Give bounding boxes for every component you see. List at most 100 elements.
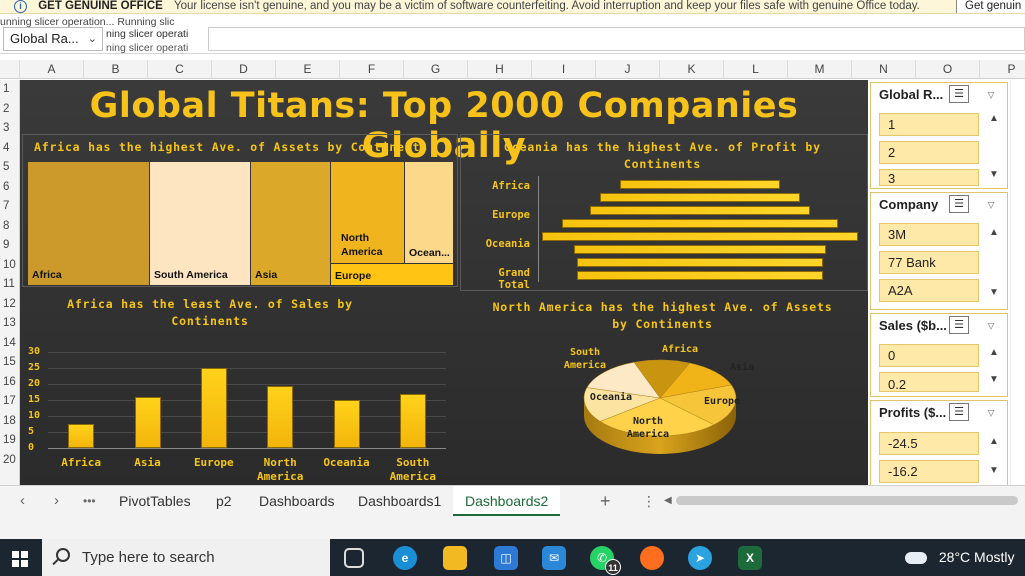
column-header-a[interactable]: A [20, 60, 84, 79]
scroll-up-icon[interactable]: ▲ [987, 347, 1001, 358]
profit-bar-chart[interactable] [539, 178, 861, 282]
slicer-sales[interactable]: Sales ($b... ☰ ▿ 0 0.2 ▲ ▼ [870, 313, 1008, 397]
sales-bar[interactable] [134, 396, 161, 448]
sheet-tab-dashboards[interactable]: Dashboards [247, 486, 347, 516]
windows-start-icon[interactable] [12, 551, 28, 567]
chevron-right-icon[interactable]: › [54, 486, 59, 516]
more-tabs-icon[interactable]: ••• [83, 486, 96, 516]
row-header-11[interactable]: 11 [0, 275, 20, 294]
excel-icon[interactable]: X [738, 546, 762, 570]
profit-bar[interactable] [620, 180, 780, 189]
profit-bar[interactable] [600, 193, 800, 202]
row-header-8[interactable]: 8 [0, 217, 20, 236]
scroll-up-icon[interactable]: ▲ [987, 227, 1001, 238]
slicer-item[interactable]: 3 [879, 169, 979, 186]
multi-select-icon[interactable]: ☰ [949, 85, 969, 103]
sheet-tab-p2[interactable]: p2 [204, 486, 244, 516]
row-header-5[interactable]: 5 [0, 158, 20, 177]
scroll-down-icon[interactable]: ▼ [987, 374, 1001, 385]
weather-widget[interactable]: 28°C Mostly [905, 539, 1015, 576]
scroll-up-icon[interactable]: ▲ [987, 436, 1001, 447]
add-sheet-icon[interactable]: + [600, 486, 611, 516]
clear-filter-icon[interactable]: ▿ [981, 195, 1001, 213]
slicer-item[interactable]: -24.5 [879, 432, 979, 455]
scroll-up-icon[interactable]: ▲ [987, 113, 1001, 124]
slicer-item[interactable]: 0 [879, 344, 979, 367]
column-header-b[interactable]: B [84, 60, 148, 79]
scroll-down-icon[interactable]: ▼ [987, 287, 1001, 298]
more-options-icon[interactable]: ⋮ [642, 486, 656, 516]
row-header-12[interactable]: 12 [0, 295, 20, 314]
profit-bar[interactable] [589, 206, 811, 215]
row-header-14[interactable]: 14 [0, 334, 20, 353]
slicer-item[interactable]: -16.2 [879, 460, 979, 483]
slicer-item[interactable]: A2A [879, 279, 979, 302]
treemap-tile-north-america[interactable]: North America [331, 162, 404, 263]
edge-icon[interactable]: e [393, 546, 417, 570]
multi-select-icon[interactable]: ☰ [949, 403, 969, 421]
task-view-icon[interactable] [344, 548, 364, 568]
row-header-18[interactable]: 18 [0, 412, 20, 431]
column-header-h[interactable]: H [468, 60, 532, 79]
slicer-item[interactable]: 2 [879, 141, 979, 164]
row-header-16[interactable]: 16 [0, 373, 20, 392]
row-header-1[interactable]: 1 [0, 80, 20, 99]
treemap-tile-south-america[interactable]: South America [150, 162, 250, 285]
telegram-icon[interactable]: ➤ [688, 546, 712, 570]
column-header-i[interactable]: I [532, 60, 596, 79]
treemap-chart[interactable]: Africa South America Asia North America … [28, 162, 453, 285]
column-header-d[interactable]: D [212, 60, 276, 79]
row-header-15[interactable]: 15 [0, 353, 20, 372]
sales-bar[interactable] [267, 385, 294, 448]
mail-icon[interactable]: ✉ [542, 546, 566, 570]
treemap-tile-asia[interactable]: Asia [251, 162, 330, 285]
row-header-6[interactable]: 6 [0, 178, 20, 197]
column-header-j[interactable]: J [596, 60, 660, 79]
sheet-tab-pivottables[interactable]: PivotTables [107, 486, 203, 516]
multi-select-icon[interactable]: ☰ [949, 195, 969, 213]
clear-filter-icon[interactable]: ▿ [981, 85, 1001, 103]
sheet-tab-dashboards2[interactable]: Dashboards2 [453, 486, 561, 516]
column-header-n[interactable]: N [852, 60, 916, 79]
scroll-down-icon[interactable]: ▼ [987, 169, 1001, 180]
taskbar-search-box[interactable]: Type here to search [42, 539, 330, 576]
profit-bar[interactable] [577, 258, 823, 267]
file-explorer-icon[interactable] [443, 546, 467, 570]
multi-select-icon[interactable]: ☰ [949, 316, 969, 334]
treemap-tile-africa[interactable]: Africa [28, 162, 149, 285]
column-header-g[interactable]: G [404, 60, 468, 79]
column-header-m[interactable]: M [788, 60, 852, 79]
formula-input[interactable] [208, 27, 1025, 51]
firefox-icon[interactable] [640, 546, 664, 570]
column-header-l[interactable]: L [724, 60, 788, 79]
slicer-global-rank[interactable]: Global R... ☰ ▿ 1 2 3 ▲ ▼ [870, 82, 1008, 189]
chevron-down-icon[interactable]: ⌄ [88, 28, 97, 50]
select-all-corner[interactable] [0, 60, 20, 79]
column-header-k[interactable]: K [660, 60, 724, 79]
name-box[interactable]: Global Ra... ⌄ [3, 27, 103, 51]
row-header-19[interactable]: 19 [0, 431, 20, 450]
column-header-f[interactable]: F [340, 60, 404, 79]
sales-bar[interactable] [399, 393, 426, 448]
column-header-p[interactable]: P [980, 60, 1025, 79]
scroll-left-icon[interactable]: ◀ [664, 486, 672, 516]
sheet-tab-dashboards1[interactable]: Dashboards1 [346, 486, 453, 516]
clear-filter-icon[interactable]: ▿ [981, 316, 1001, 334]
column-header-o[interactable]: O [916, 60, 980, 79]
chevron-left-icon[interactable]: ‹ [20, 486, 25, 516]
profit-bar[interactable] [577, 271, 823, 280]
slicer-profits[interactable]: Profits ($... ☰ ▿ -24.5 -16.2 ▲ ▼ [870, 400, 1008, 485]
row-header-9[interactable]: 9 [0, 236, 20, 255]
sales-bar[interactable] [333, 400, 360, 448]
row-header-7[interactable]: 7 [0, 197, 20, 216]
row-header-2[interactable]: 2 [0, 100, 20, 119]
row-header-20[interactable]: 20 [0, 451, 20, 470]
row-header-4[interactable]: 4 [0, 139, 20, 158]
column-header-e[interactable]: E [276, 60, 340, 79]
slicer-item[interactable]: 77 Bank [879, 251, 979, 274]
horizontal-scrollbar[interactable] [676, 496, 1018, 505]
row-header-13[interactable]: 13 [0, 314, 20, 333]
column-header-c[interactable]: C [148, 60, 212, 79]
scroll-down-icon[interactable]: ▼ [987, 465, 1001, 476]
get-genuine-button[interactable]: Get genuin [956, 0, 1025, 13]
